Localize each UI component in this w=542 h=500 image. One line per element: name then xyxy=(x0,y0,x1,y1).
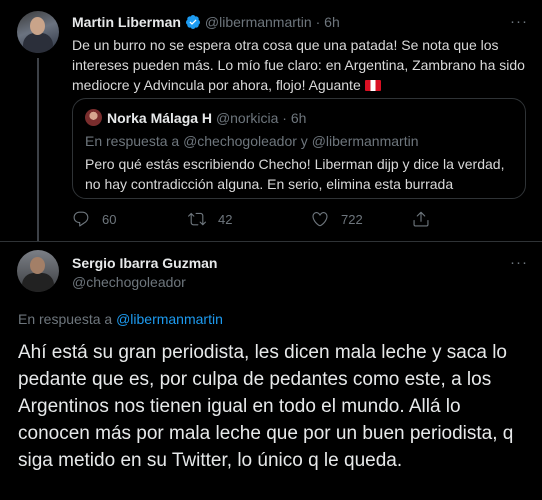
peru-flag-icon xyxy=(364,80,381,91)
like-icon xyxy=(312,212,328,227)
tweet-divider xyxy=(0,241,542,242)
more-icon[interactable]: ··· xyxy=(510,254,528,271)
separator-dot: · xyxy=(278,109,291,126)
avatar-body xyxy=(23,33,53,53)
avatar-face xyxy=(30,17,45,35)
more-icon[interactable]: ··· xyxy=(510,13,528,30)
reply-context: En respuesta a @libermanmartin xyxy=(18,311,223,327)
tweet-text: Ahí está su gran periodista, les dicen m… xyxy=(18,342,514,471)
reply-to: @chechogoleador y @libermanmartin xyxy=(183,133,419,149)
retweet-icon xyxy=(188,212,206,226)
quoted-author-handle: @norkicia xyxy=(215,109,279,126)
tweet-text: De un burro no se espera otra cosa que u… xyxy=(72,35,532,95)
avatar-martin-liberman[interactable] xyxy=(17,11,59,53)
separator-dot: · xyxy=(311,14,325,30)
reply-button[interactable]: 60 xyxy=(72,210,116,228)
like-count: 722 xyxy=(341,211,363,227)
author-handle[interactable]: @libermanmartin xyxy=(205,14,312,30)
tweet-text-body: De un burro no se espera otra cosa que u… xyxy=(72,37,525,93)
quoted-author-name: Norka Málaga H xyxy=(107,109,213,126)
reply-to-link[interactable]: @libermanmartin xyxy=(116,311,223,327)
quoted-tweet[interactable]: Norka Málaga H @norkicia · 6h En respues… xyxy=(72,98,526,199)
avatar-body xyxy=(22,273,54,292)
author-name[interactable]: Martin Liberman xyxy=(72,14,181,30)
retweet-button[interactable]: 42 xyxy=(188,210,232,228)
tweet-martin-liberman[interactable]: Martin Liberman @libermanmartin · 6h ···… xyxy=(0,0,542,241)
avatar-sergio-ibarra[interactable] xyxy=(17,250,59,292)
reply-prefix: En respuesta a xyxy=(85,133,180,149)
thread-line xyxy=(37,58,39,241)
reply-icon xyxy=(73,211,89,227)
author-handle[interactable]: @chechogoleador xyxy=(72,274,186,290)
share-button[interactable] xyxy=(412,210,442,228)
share-icon xyxy=(413,211,429,227)
retweet-count: 42 xyxy=(218,211,233,227)
tweet-header: Martin Liberman @libermanmartin · 6h xyxy=(72,13,340,31)
reply-prefix: En respuesta a xyxy=(18,311,113,327)
quoted-tweet-header: Norka Málaga H @norkicia · 6h xyxy=(85,109,306,126)
quoted-tweet-text: Pero qué estás escribiendo Checho! Liber… xyxy=(85,156,505,192)
tweet-actions: 60 42 722 xyxy=(72,210,526,230)
quoted-time: 6h xyxy=(290,109,307,126)
verified-badge-icon xyxy=(185,14,201,30)
like-button[interactable]: 722 xyxy=(311,210,363,228)
quoted-reply-context: En respuesta a @chechogoleador y @liberm… xyxy=(85,133,419,149)
reply-count: 60 xyxy=(102,211,117,227)
avatar-face xyxy=(30,257,45,274)
author-name[interactable]: Sergio Ibarra Guzman xyxy=(72,255,217,271)
tweet-time[interactable]: 6h xyxy=(324,14,340,30)
quoted-avatar xyxy=(85,109,102,126)
